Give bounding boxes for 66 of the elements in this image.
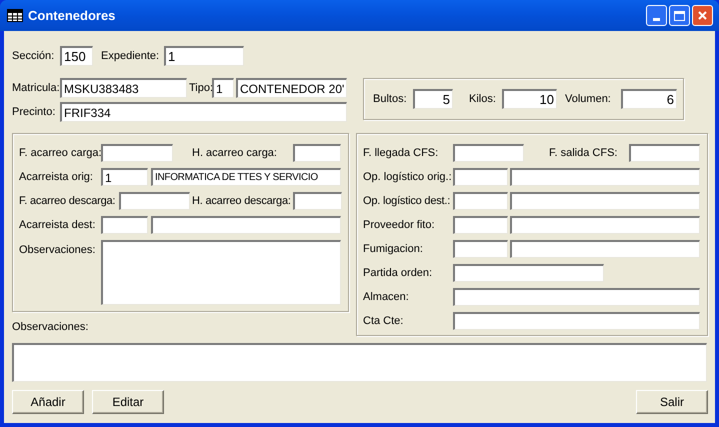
input-field[interactable] — [293, 192, 342, 210]
field-label: Observaciones: — [12, 320, 90, 335]
input-field[interactable]: FRIF334 — [60, 102, 347, 122]
input-field[interactable] — [453, 312, 700, 330]
input-field[interactable]: 1 — [212, 78, 234, 98]
text-area[interactable] — [12, 343, 707, 382]
field-label: F. acarreo carga: — [19, 146, 101, 161]
field-label: Proveedor fito: — [363, 218, 436, 233]
input-field[interactable] — [101, 216, 148, 234]
field-label: Fumigacion: — [363, 242, 424, 257]
field-label: Bultos: — [373, 92, 408, 107]
field-label: Acarreista orig: — [19, 170, 94, 185]
edit-button[interactable]: Editar — [92, 390, 164, 414]
field-label: Volumen: — [565, 92, 612, 107]
field-label: H. acarreo descarga: — [192, 194, 292, 209]
text-area[interactable] — [101, 240, 341, 305]
field-label: Cta Cte: — [363, 314, 404, 329]
field-label: Kilos: — [469, 92, 497, 107]
close-icon — [697, 10, 708, 21]
input-field[interactable] — [453, 192, 508, 210]
input-field[interactable] — [510, 192, 700, 210]
minimize-button[interactable] — [646, 5, 667, 26]
field-label: Op. logístico orig.: — [363, 170, 453, 185]
input-field[interactable]: INFORMATICA DE TTES Y SERVICIO — [151, 168, 341, 186]
input-field[interactable] — [629, 144, 700, 162]
maximize-button[interactable] — [669, 5, 690, 26]
window-title: Contenedores — [28, 6, 116, 25]
input-field[interactable] — [453, 240, 508, 258]
input-field[interactable] — [510, 168, 700, 186]
field-label: H. acarreo carga: — [192, 146, 278, 161]
field-label: F. llegada CFS: — [363, 146, 440, 161]
input-field[interactable] — [119, 192, 190, 210]
field-label: Tipo: — [189, 80, 212, 96]
field-label: Acarreista dest: — [19, 218, 96, 233]
field-label: F. acarreo descarga: — [19, 194, 116, 209]
input-field[interactable] — [293, 144, 341, 162]
field-label: F. salida CFS: — [549, 146, 618, 161]
input-field[interactable] — [453, 144, 524, 162]
input-field[interactable]: MSKU383483 — [60, 78, 187, 98]
close-button[interactable] — [692, 5, 713, 26]
field-label: Expediente: — [101, 48, 160, 64]
input-field[interactable]: 5 — [413, 89, 453, 109]
input-field[interactable] — [453, 216, 508, 234]
field-label: Almacen: — [363, 290, 410, 305]
input-field[interactable] — [101, 144, 173, 162]
add-button[interactable]: Añadir — [12, 390, 84, 414]
input-field[interactable]: CONTENEDOR 20' — [236, 78, 347, 98]
grid-icon — [7, 9, 23, 22]
field-label: Sección: — [12, 48, 56, 64]
input-field[interactable]: 10 — [502, 89, 557, 109]
field-label: Op. logístico dest.: — [363, 194, 452, 209]
input-field[interactable] — [453, 288, 700, 306]
input-field[interactable] — [453, 168, 508, 186]
input-field[interactable]: 150 — [60, 46, 93, 66]
input-field[interactable] — [510, 216, 700, 234]
input-field[interactable] — [151, 216, 341, 234]
field-label: Precinto: — [12, 104, 56, 120]
input-field[interactable] — [510, 240, 700, 258]
field-label: Partida orden: — [363, 266, 434, 281]
input-field[interactable] — [453, 264, 604, 282]
field-label: Matricula: — [12, 80, 60, 96]
input-field[interactable]: 6 — [621, 89, 677, 109]
input-field[interactable]: 1 — [101, 168, 148, 186]
input-field[interactable]: 1 — [164, 46, 244, 66]
exit-button[interactable]: Salir — [636, 390, 708, 414]
field-label: Observaciones: — [19, 243, 96, 258]
